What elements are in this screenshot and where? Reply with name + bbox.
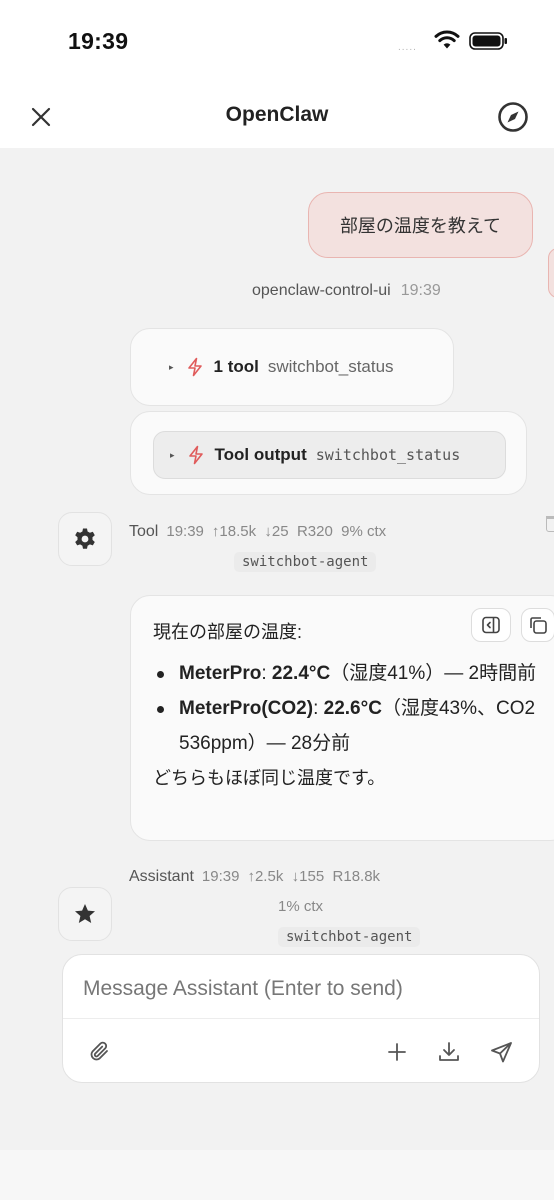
chat-thread[interactable]: 部屋の温度を教えて openclaw-control-ui 19:39 ▸ 1 t… [0, 148, 554, 1150]
device-name: MeterPro(CO2) [179, 698, 314, 719]
separator: : [313, 698, 324, 719]
copy-button[interactable] [521, 608, 554, 642]
reading-detail: （湿度41%）— 2時間前 [330, 663, 537, 684]
tool-call-card[interactable]: ▸ 1 tool switchbot_status [130, 328, 454, 406]
role-label: Tool [129, 523, 159, 540]
star-icon [75, 904, 95, 923]
assistant-reply-card: 現在の部屋の温度: MeterPro: 22.4°C（湿度41%）— 2時間前 … [130, 595, 554, 841]
user-message-edge [548, 248, 554, 298]
signal-icon: ..... [398, 42, 417, 53]
expand-caret-icon: ▸ [169, 361, 174, 372]
nav-bar: OpenClaw [0, 84, 554, 148]
tool-output-toggle[interactable]: ▸ Tool output switchbot_status [153, 431, 506, 479]
message-time: 19:39 [166, 523, 204, 540]
reply-heading: 現在の部屋の温度: [153, 622, 303, 642]
compass-icon[interactable] [496, 100, 530, 134]
toggle-sidebar-button[interactable] [471, 608, 511, 642]
reply-body: MeterPro: 22.4°C（湿度41%）— 2時間前 MeterPro(C… [153, 656, 543, 796]
lightning-icon [187, 357, 202, 377]
assistant-avatar [58, 887, 112, 941]
tool-count: 1 tool [213, 357, 259, 376]
composer-divider [63, 1018, 539, 1019]
context-usage: 1% ctx [278, 898, 324, 915]
user-message-bubble: 部屋の温度を教えて [308, 192, 533, 258]
status-time: 19:39 [68, 28, 129, 54]
token-stats: ↑18.5k ↓25 R320 9% ctx [211, 523, 387, 540]
lightning-icon [188, 445, 203, 465]
message-time: 19:39 [400, 282, 441, 299]
gear-icon [75, 528, 95, 549]
status-bar: 19:39 ..... [0, 0, 554, 84]
role-label: Assistant [129, 868, 194, 885]
reply-closing: どちらもほぼ同じ温度です。 [153, 768, 386, 788]
download-icon[interactable] [436, 1039, 462, 1065]
trash-icon[interactable] [546, 516, 554, 532]
tool-avatar [58, 512, 112, 566]
paperclip-icon[interactable] [87, 1039, 113, 1065]
sender-name: openclaw-control-ui [252, 282, 391, 299]
tool-output-card: ▸ Tool output switchbot_status [130, 411, 527, 495]
agent-badge: switchbot-agent [278, 927, 421, 947]
device-name: MeterPro [179, 663, 262, 684]
message-input[interactable] [83, 969, 519, 1009]
message-composer [62, 954, 540, 1083]
message-time: 19:39 [201, 868, 240, 885]
tool-output-name: switchbot_status [315, 446, 461, 464]
copy-icon [530, 617, 547, 634]
send-icon[interactable] [489, 1039, 515, 1065]
tool-output-label: Tool output [214, 445, 307, 464]
expand-caret-icon: ▸ [170, 449, 175, 460]
token-stats: ↑2.5k ↓155 R18.8k [247, 868, 381, 885]
tool-name: switchbot_status [267, 357, 394, 376]
list-item: MeterPro: 22.4°C（湿度41%）— 2時間前 [153, 656, 543, 691]
user-message-meta: openclaw-control-ui 19:39 [252, 282, 441, 300]
battery-icon [469, 32, 507, 50]
assistant-meta: Assistant 19:39 ↑2.5k ↓155 R18.8k [129, 868, 380, 886]
separator: : [261, 663, 272, 684]
temperature-value: 22.4°C [271, 663, 331, 684]
sidebar-icon [482, 616, 500, 634]
wifi-icon [434, 30, 460, 49]
list-item: MeterPro(CO2): 22.6°C（湿度43%、CO2 536ppm）—… [153, 691, 543, 761]
bottom-safe-area [0, 1150, 554, 1200]
agent-badge: switchbot-agent [234, 552, 377, 572]
plus-icon[interactable] [384, 1039, 410, 1065]
temperature-value: 22.6°C [323, 698, 382, 719]
page-title: OpenClaw [225, 103, 329, 126]
tool-meta: Tool 19:39 ↑18.5k ↓25 R320 9% ctx [129, 523, 386, 541]
